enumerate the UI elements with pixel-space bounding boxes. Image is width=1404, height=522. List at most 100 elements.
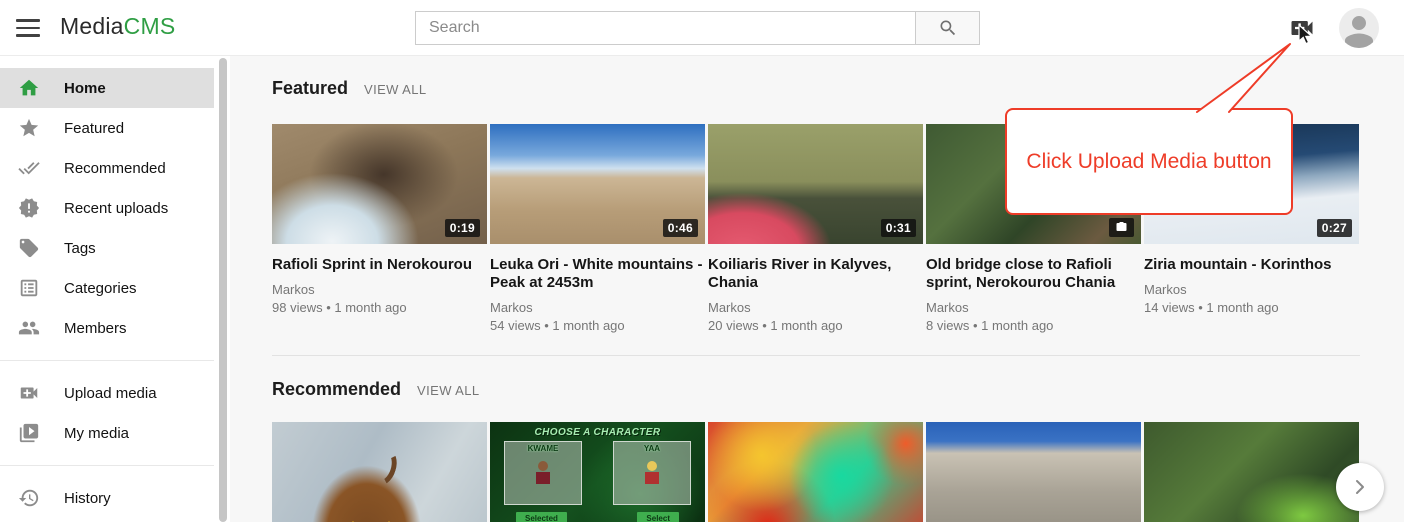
sidebar-item-recent-uploads[interactable]: Recent uploads [0, 188, 214, 228]
search-input[interactable] [415, 11, 916, 45]
sidebar-item-members[interactable]: Members [0, 308, 214, 348]
sidebar-item-label: Recommended [64, 160, 166, 177]
hamburger-menu-icon[interactable] [16, 19, 40, 37]
sidebar-item-label: Tags [64, 240, 96, 257]
media-author[interactable]: Markos [1144, 282, 1359, 297]
sidebar-item-upload-media[interactable]: Upload media [0, 373, 214, 413]
pumpkin-stem [365, 445, 401, 489]
search-bar [415, 11, 980, 45]
upload-media-icon [18, 382, 40, 404]
top-header: MediaCMS [0, 0, 1404, 56]
sidebar-scrollbar[interactable] [219, 58, 227, 522]
upload-media-icon [1288, 14, 1316, 42]
game-thumb-heading: CHOOSE A CHARACTER [490, 427, 705, 438]
sidebar-item-label: Upload media [64, 385, 157, 402]
duration-badge: 0:31 [881, 219, 916, 237]
media-title[interactable]: Leuka Ori - White mountains - Peak at 24… [490, 256, 705, 292]
scroll-next-button[interactable] [1336, 463, 1384, 511]
sidebar-item-categories[interactable]: Categories [0, 268, 214, 308]
media-title[interactable]: Rafioli Sprint in Nerokourou [272, 256, 487, 274]
sidebar-item-label: Featured [64, 120, 124, 137]
sidebar-item-home[interactable]: Home [0, 68, 214, 108]
media-thumbnail[interactable] [272, 422, 487, 522]
sidebar-item-label: My media [64, 425, 129, 442]
media-card: 0:19 Rafioli Sprint in Nerokourou Markos… [272, 124, 487, 333]
media-thumbnail[interactable] [926, 422, 1141, 522]
media-meta: 14 views • 1 month ago [1144, 300, 1359, 315]
media-meta: 20 views • 1 month ago [708, 318, 923, 333]
media-thumbnail[interactable]: 0:19 [272, 124, 487, 244]
media-card: CHOOSE A CHARACTER KWAME YAA [490, 422, 705, 522]
sidebar-item-label: Members [64, 320, 127, 337]
game-thumb-panels: KWAME YAA [490, 438, 705, 505]
annotation-callout: Click Upload Media button [1005, 108, 1293, 215]
sidebar-divider [0, 465, 214, 466]
game-character-name: YAA [614, 444, 690, 453]
search-button[interactable] [916, 11, 980, 45]
media-thumbnail[interactable] [708, 422, 923, 522]
person-icon [1339, 8, 1379, 48]
tag-icon [18, 237, 40, 259]
media-title[interactable]: Koiliaris River in Kalyves, Chania [708, 256, 923, 292]
game-character-panel: KWAME [504, 441, 582, 505]
featured-view-all-link[interactable]: VIEW ALL [364, 82, 426, 97]
section-title-recommended: Recommended [272, 379, 401, 400]
recommended-cards-row: CHOOSE A CHARACTER KWAME YAA [272, 422, 1404, 522]
media-thumbnail[interactable]: 0:46 [490, 124, 705, 244]
media-card [708, 422, 923, 522]
duration-badge: 0:19 [445, 219, 480, 237]
game-character-figure [536, 461, 550, 485]
star-icon [18, 117, 40, 139]
media-author[interactable]: Markos [490, 300, 705, 315]
media-meta: 98 views • 1 month ago [272, 300, 487, 315]
categories-icon [18, 277, 40, 299]
sidebar-item-tags[interactable]: Tags [0, 228, 214, 268]
logo-media: Media [60, 13, 124, 39]
media-thumbnail[interactable]: CHOOSE A CHARACTER KWAME YAA [490, 422, 705, 522]
featured-section-header: Featured VIEW ALL [272, 78, 1404, 102]
duration-badge: 0:27 [1317, 219, 1352, 237]
sidebar-item-history[interactable]: History [0, 478, 214, 518]
sidebar-item-label: History [64, 490, 111, 507]
media-title[interactable]: Old bridge close to Rafioli sprint, Nero… [926, 256, 1141, 292]
media-thumbnail[interactable]: 0:31 [708, 124, 923, 244]
logo-cms: CMS [124, 13, 176, 39]
game-character-figure [645, 461, 659, 485]
members-icon [18, 317, 40, 339]
sidebar-item-featured[interactable]: Featured [0, 108, 214, 148]
media-thumbnail[interactable] [1144, 422, 1359, 522]
section-title-featured: Featured [272, 78, 348, 99]
my-media-icon [18, 422, 40, 444]
media-meta: 8 views • 1 month ago [926, 318, 1141, 333]
app-logo[interactable]: MediaCMS [60, 13, 175, 40]
duration-badge: 0:46 [663, 219, 698, 237]
game-character-name: KWAME [505, 444, 581, 453]
media-meta: 54 views • 1 month ago [490, 318, 705, 333]
done-all-icon [18, 157, 40, 179]
media-card [272, 422, 487, 522]
sidebar-item-my-media[interactable]: My media [0, 413, 214, 453]
media-card [1144, 422, 1359, 522]
media-author[interactable]: Markos [926, 300, 1141, 315]
game-selected-button: Selected [516, 512, 567, 522]
user-avatar[interactable] [1339, 8, 1379, 48]
media-title[interactable]: Ziria mountain - Korinthos [1144, 256, 1359, 274]
search-icon [938, 18, 958, 38]
sidebar-item-label: Home [64, 80, 106, 97]
media-card [926, 422, 1141, 522]
media-author[interactable]: Markos [708, 300, 923, 315]
sidebar-item-label: Categories [64, 280, 137, 297]
history-icon [18, 487, 40, 509]
media-author[interactable]: Markos [272, 282, 487, 297]
section-divider [272, 355, 1360, 356]
media-card: 0:31 Koiliaris River in Kalyves, Chania … [708, 124, 923, 333]
media-card: 0:46 Leuka Ori - White mountains - Peak … [490, 124, 705, 333]
sidebar-divider [0, 360, 214, 361]
game-select-button: Select [637, 512, 679, 522]
recommended-view-all-link[interactable]: VIEW ALL [417, 383, 479, 398]
image-type-badge [1109, 218, 1134, 237]
sidebar-item-recommended[interactable]: Recommended [0, 148, 214, 188]
new-releases-icon [18, 197, 40, 219]
upload-media-button[interactable] [1288, 14, 1318, 42]
sidebar-item-label: Recent uploads [64, 200, 168, 217]
